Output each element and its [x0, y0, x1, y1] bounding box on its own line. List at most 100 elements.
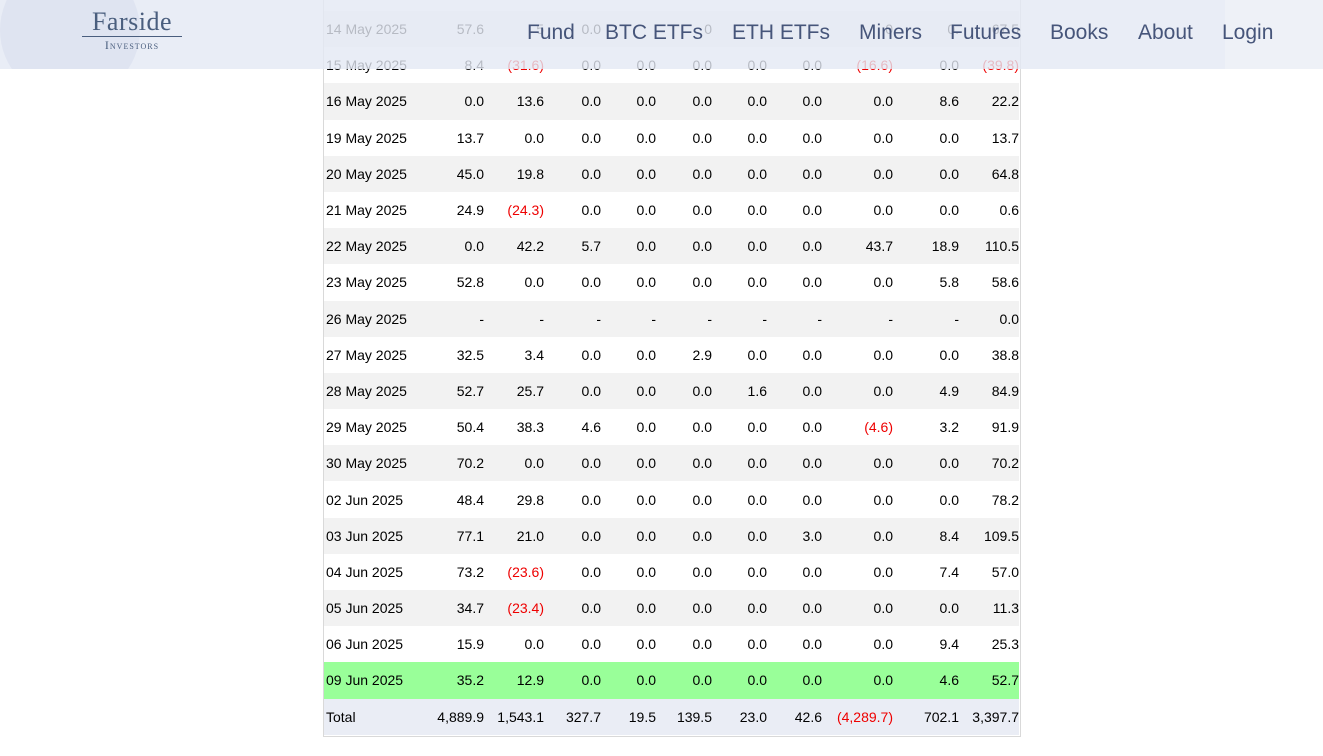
main-nav: Fund BTC ETFs ETH ETFs Miners Futures Bo…: [0, 20, 1323, 50]
flow-value-cell: 0.0: [656, 445, 712, 482]
flow-value-cell: 0.0: [873, 346, 893, 363]
flow-value-cell: 0.0: [636, 563, 656, 580]
flow-value-cell: 0.0: [656, 155, 712, 192]
nav-link-eth-etfs[interactable]: ETH ETFs: [732, 20, 830, 46]
flow-value-cell: 15.9: [456, 636, 484, 653]
flow-value-cell: (24.3): [507, 202, 544, 219]
date-cell: 20 May 2025: [324, 155, 422, 192]
table-row: 29 May 2025 50.4 38.3 4.6 0.0 0.0 0.0 0.0 (4.6) 3…: [324, 409, 1019, 445]
flow-value-cell: 77.1: [422, 517, 484, 554]
flow-value-cell: 25.3: [991, 636, 1019, 653]
flow-value-cell: 5.7: [544, 228, 601, 265]
date-cell: 04 Jun 2025: [326, 563, 404, 580]
flow-value-cell: 0.0: [802, 563, 822, 580]
flow-value-cell: 0.0: [712, 517, 767, 554]
table-row: 02 Jun 2025 48.4 29.8 0.0 0.0 0.0 0.0 0.0 0.0 0.0…: [324, 481, 1019, 517]
flow-value-cell: 110.5: [959, 228, 1019, 265]
flow-value-cell: 22.2: [959, 83, 1019, 120]
flow-value-cell: 5.8: [939, 274, 959, 291]
nav-link-fund[interactable]: Fund: [527, 20, 575, 46]
flow-value-cell: 0.0: [712, 83, 767, 120]
flow-value-cell: 0.0: [939, 129, 959, 146]
flow-value-cell: 13.7: [991, 129, 1019, 146]
flow-value-cell: 0.0: [581, 563, 601, 580]
flow-value-cell: 0.0: [422, 228, 484, 265]
flow-value-cell: 58.6: [991, 274, 1019, 291]
nav-link-miners[interactable]: Miners: [859, 20, 922, 46]
flow-value-cell: 73.2: [456, 563, 484, 580]
flow-value-cell: 0.0: [767, 155, 822, 192]
flow-value-cell: 0.0: [959, 300, 1019, 337]
flow-value-cell: 0.0: [601, 590, 656, 627]
flow-value-cell: 0.0: [601, 517, 656, 554]
flow-value-cell: 2.9: [692, 346, 712, 363]
flow-value-cell: 139.5: [656, 698, 712, 735]
flow-value-cell: 0.0: [692, 202, 712, 219]
total-row: Total 4,889.9 1,543.1 327.7 19.5 139.5 23.0 42.…: [324, 698, 1019, 735]
flow-value-cell: 0.0: [747, 346, 767, 363]
flow-value-cell: 38.8: [991, 346, 1019, 363]
flow-value-cell: (4,289.7): [822, 698, 893, 735]
flow-value-cell: 0.0: [601, 155, 656, 192]
flow-value-cell: 0.0: [524, 274, 544, 291]
date-cell: 23 May 2025: [326, 274, 407, 291]
flow-value-cell: 0.0: [767, 83, 822, 120]
nav-link-login[interactable]: Login: [1222, 20, 1273, 46]
date-cell: 28 May 2025: [324, 372, 422, 410]
flow-value-cell: 0.0: [822, 372, 893, 410]
flow-value-cell: 0.0: [802, 491, 822, 508]
flow-value-cell: 0.0: [581, 346, 601, 363]
flow-value-cell: 32.5: [456, 346, 484, 363]
flow-value-cell: 0.0: [939, 346, 959, 363]
flow-value-cell: 0.0: [656, 372, 712, 410]
flow-value-cell: 0.0: [544, 662, 601, 699]
flow-value-cell: 19.8: [484, 155, 544, 192]
flow-value-cell: 0.0: [747, 419, 767, 436]
flow-value-cell: 0.0: [636, 419, 656, 436]
flow-value-cell: 18.9: [893, 228, 959, 265]
date-cell: 22 May 2025: [324, 228, 422, 265]
flow-value-cell: -: [767, 300, 822, 337]
flow-value-cell: 109.5: [959, 517, 1019, 554]
flow-value-cell: 4.6: [893, 662, 959, 699]
flow-value-cell: 70.2: [422, 445, 484, 482]
flow-value-cell: 3.2: [939, 419, 959, 436]
nav-link-books[interactable]: Books: [1050, 20, 1108, 46]
flow-value-cell: 0.0: [873, 636, 893, 653]
flow-value-cell: 0.0: [692, 636, 712, 653]
flow-value-cell: 64.8: [959, 155, 1019, 192]
flow-value-cell: 0.0: [893, 590, 959, 627]
flow-value-cell: 9.4: [939, 636, 959, 653]
date-cell: 06 Jun 2025: [326, 636, 404, 653]
date-cell: 02 Jun 2025: [326, 491, 404, 508]
nav-link-about[interactable]: About: [1138, 20, 1193, 46]
flow-value-cell: 29.8: [516, 491, 544, 508]
flow-value-cell: 0.0: [822, 517, 893, 554]
nav-link-btc-etfs[interactable]: BTC ETFs: [605, 20, 703, 46]
flow-value-cell: (23.4): [484, 590, 544, 627]
flow-value-cell: 327.7: [544, 698, 601, 735]
flow-value-cell: 0.0: [524, 636, 544, 653]
flow-value-cell: 3.0: [767, 517, 822, 554]
flow-value-cell: 0.0: [692, 419, 712, 436]
flow-value-cell: 0.0: [822, 662, 893, 699]
table-row: 23 May 2025 52.8 0.0 0.0 0.0 0.0 0.0 0.0 0.0 5.8 5…: [324, 264, 1019, 300]
flow-value-cell: 0.0: [544, 517, 601, 554]
flow-value-cell: 0.0: [747, 129, 767, 146]
flow-value-cell: (23.6): [507, 563, 544, 580]
flow-value-cell: 0.6: [999, 202, 1019, 219]
flow-value-cell: 0.0: [656, 590, 712, 627]
nav-link-futures[interactable]: Futures: [950, 20, 1021, 46]
flow-value-cell: -: [544, 300, 601, 337]
table-row: 16 May 2025 0.0 13.6 0.0 0.0 0.0 0.0 0.0 0.0 8.6 2…: [324, 83, 1019, 120]
flow-value-cell: 0.0: [581, 202, 601, 219]
flow-value-cell: 0.0: [712, 590, 767, 627]
flow-value-cell: 21.0: [484, 517, 544, 554]
table-row: 05 Jun 2025 34.7 (23.4) 0.0 0.0 0.0 0.0 0.0 0.0 0…: [324, 590, 1019, 627]
flow-value-cell: 0.0: [747, 636, 767, 653]
flow-value-cell: 0.0: [747, 274, 767, 291]
flow-value-cell: 0.0: [544, 155, 601, 192]
flow-value-cell: 0.0: [939, 491, 959, 508]
flow-value-cell: -: [656, 300, 712, 337]
flow-value-cell: 0.0: [712, 155, 767, 192]
